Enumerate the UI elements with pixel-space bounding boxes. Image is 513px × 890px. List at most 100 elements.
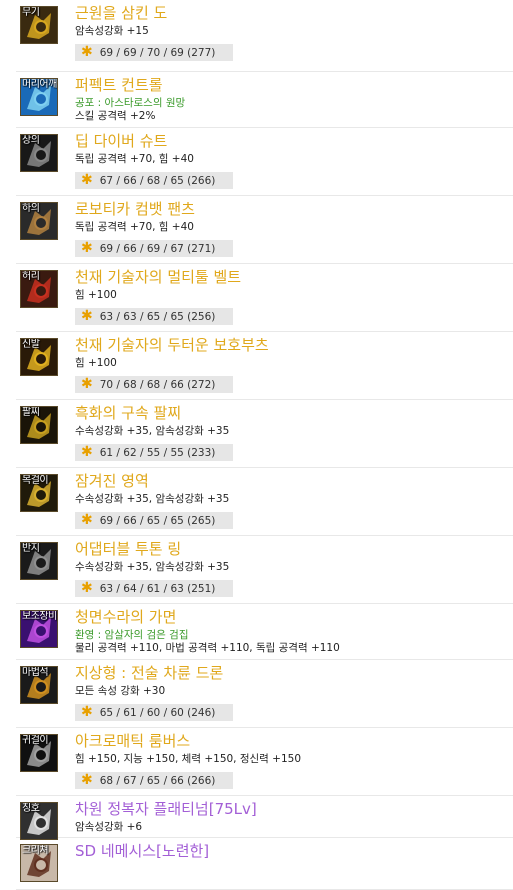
equipment-row[interactable]: 상의 딥 다이버 슈트독립 공격력 +70, 힘 +40 ✱ 67 / 66 / 68… (16, 128, 513, 196)
item-name-link[interactable]: 청면수라의 가면 (75, 607, 176, 627)
equipment-icon[interactable]: 신발 (20, 338, 58, 376)
star-icon: ✱ (81, 772, 93, 788)
item-name-link[interactable]: SD 네메시스[노련한] (75, 841, 209, 861)
slot-label: 목걸이 (22, 475, 49, 486)
growth-stat-value: 70 / 68 / 68 / 66 (272) (99, 379, 216, 391)
star-icon: ✱ (81, 444, 93, 460)
equipment-icon[interactable]: 마법석 (20, 666, 58, 704)
item-name-link[interactable]: 천재 기술자의 멀티툴 벨트 (75, 267, 241, 287)
equipment-row[interactable]: 하의 로보티카 컴뱃 팬츠독립 공격력 +70, 힘 +40 ✱ 69 / 66 / … (16, 196, 513, 264)
equipment-icon[interactable]: 허리 (20, 270, 58, 308)
equipment-row[interactable]: 신발 천재 기술자의 두터운 보호부츠힘 +100 ✱ 70 / 68 / 68 / … (16, 332, 513, 400)
item-name-link[interactable]: 천재 기술자의 두터운 보호부츠 (75, 335, 269, 355)
equipment-row[interactable]: 칭호 차원 정복자 플래티넘[75Lv] 암속성강화 +6 (16, 796, 513, 840)
set-name: 공포 : 아스타로스의 원망 (75, 97, 186, 109)
equipment-row[interactable]: 반지 어댑터블 투톤 링수속성강화 +35, 암속성강화 +35 ✱ 63 / 64 … (16, 536, 513, 604)
slot-label: 팔찌 (22, 407, 40, 418)
item-name-link[interactable]: 퍼펙트 컨트롤 (75, 75, 163, 95)
growth-stat-value: 69 / 69 / 70 / 69 (277) (99, 47, 216, 59)
equipment-row[interactable]: 팔찌 흑화의 구속 팔찌수속성강화 +35, 암속성강화 +35 ✱ 61 / 62 … (16, 400, 513, 468)
slot-label: 상의 (22, 135, 40, 146)
slot-label: 머리어깨 (22, 79, 57, 90)
equipment-icon[interactable]: 칭호 (20, 802, 58, 840)
growth-stat-badge: ✱ 69 / 66 / 65 / 65 (265) (75, 512, 233, 529)
growth-stat-badge: ✱ 70 / 68 / 68 / 66 (272) (75, 376, 233, 393)
option-line: 암속성강화 +15 (75, 25, 149, 37)
slot-label: 크리쳐 (22, 845, 49, 856)
option-line: 모든 속성 강화 +30 (75, 685, 166, 697)
slot-label: 칭호 (22, 803, 40, 814)
growth-stat-value: 69 / 66 / 65 / 65 (265) (99, 515, 216, 527)
option-line: 물리 공격력 +110, 마법 공격력 +110, 독립 공격력 +110 (75, 642, 340, 654)
star-icon: ✱ (81, 44, 93, 60)
growth-stat-value: 63 / 64 / 61 / 63 (251) (99, 583, 216, 595)
option-line: 독립 공격력 +70, 힘 +40 (75, 221, 194, 233)
equipment-icon[interactable]: 반지 (20, 542, 58, 580)
option-line: 수속성강화 +35, 암속성강화 +35 (75, 561, 230, 573)
equipment-icon[interactable]: 보조장비 (20, 610, 58, 648)
item-name-link[interactable]: 근원을 삼킨 도 (75, 3, 167, 23)
equipment-row[interactable]: 귀걸이 아크로매틱 룸버스힘 +150, 지능 +150, 체력 +150, 정신… (16, 728, 513, 796)
equipment-row[interactable]: 허리 천재 기술자의 멀티툴 벨트힘 +100 ✱ 63 / 63 / 65 / 65… (16, 264, 513, 332)
star-icon: ✱ (81, 512, 93, 528)
slot-label: 하의 (22, 203, 40, 214)
equipment-icon[interactable]: 무기 (20, 6, 58, 44)
slot-label: 반지 (22, 543, 40, 554)
slot-label: 귀걸이 (22, 735, 49, 746)
item-name-link[interactable]: 차원 정복자 플래티넘[75Lv] (75, 799, 257, 819)
item-name-link[interactable]: 딥 다이버 슈트 (75, 131, 167, 151)
growth-stat-value: 65 / 61 / 60 / 60 (246) (99, 707, 216, 719)
growth-stat-badge: ✱ 63 / 64 / 61 / 63 (251) (75, 580, 233, 597)
equipment-row[interactable]: 무기 근원을 삼킨 도암속성강화 +15 ✱ 69 / 69 / 70 / 69 (2… (16, 0, 513, 72)
item-name-link[interactable]: 아크로매틱 룸버스 (75, 731, 190, 751)
equipment-row[interactable]: 보조장비 청면수라의 가면환영 : 암살자의 검은 검집 물리 공격력 +110, … (16, 604, 513, 660)
growth-stat-badge: ✱ 68 / 67 / 65 / 66 (266) (75, 772, 233, 789)
option-line: 수속성강화 +35, 암속성강화 +35 (75, 493, 230, 505)
star-icon: ✱ (81, 376, 93, 392)
equipment-row[interactable]: 머리어깨 퍼펙트 컨트롤공포 : 아스타로스의 원망 스킬 공격력 +2% (16, 72, 513, 128)
star-icon: ✱ (81, 172, 93, 188)
item-name-link[interactable]: 잠겨진 영역 (75, 471, 149, 491)
set-name: 환영 : 암살자의 검은 검집 (75, 629, 189, 641)
growth-stat-badge: ✱ 69 / 69 / 70 / 69 (277) (75, 44, 233, 61)
growth-stat-badge: ✱ 65 / 61 / 60 / 60 (246) (75, 704, 233, 721)
star-icon: ✱ (81, 240, 93, 256)
option-line: 힘 +150, 지능 +150, 체력 +150, 정신력 +150 (75, 753, 302, 765)
option-line: 스킬 공격력 +2% (75, 110, 156, 122)
item-name-link[interactable]: 지상형 : 전술 차륜 드론 (75, 663, 223, 683)
option-line: 암속성강화 +6 (75, 821, 143, 833)
growth-stat-value: 67 / 66 / 68 / 65 (266) (99, 175, 216, 187)
item-name-link[interactable]: 어댑터블 투톤 링 (75, 539, 181, 559)
slot-label: 허리 (22, 271, 40, 282)
equipment-icon[interactable]: 하의 (20, 202, 58, 240)
growth-stat-badge: ✱ 67 / 66 / 68 / 65 (266) (75, 172, 233, 189)
slot-label: 보조장비 (22, 611, 57, 622)
option-line: 독립 공격력 +70, 힘 +40 (75, 153, 194, 165)
equipment-icon[interactable]: 목걸이 (20, 474, 58, 512)
item-name-link[interactable]: 로보티카 컴뱃 팬츠 (75, 199, 195, 219)
star-icon: ✱ (81, 704, 93, 720)
equipment-row[interactable]: 마법석 지상형 : 전술 차륜 드론모든 속성 강화 +30 ✱ 65 / 61 / … (16, 660, 513, 728)
equipment-icon[interactable]: 크리쳐 (20, 844, 58, 882)
equipment-row[interactable]: 목걸이 잠겨진 영역수속성강화 +35, 암속성강화 +35 ✱ 69 / 66 / … (16, 468, 513, 536)
growth-stat-value: 61 / 62 / 55 / 55 (233) (99, 447, 216, 459)
option-line: 힘 +100 (75, 357, 117, 369)
growth-stat-badge: ✱ 61 / 62 / 55 / 55 (233) (75, 444, 233, 461)
growth-stat-badge: ✱ 63 / 63 / 65 / 65 (256) (75, 308, 233, 325)
equipment-icon[interactable]: 팔찌 (20, 406, 58, 444)
growth-stat-value: 63 / 63 / 65 / 65 (256) (99, 311, 216, 323)
growth-stat-badge: ✱ 69 / 66 / 69 / 67 (271) (75, 240, 233, 257)
item-name-link[interactable]: 흑화의 구속 팔찌 (75, 403, 181, 423)
option-line: 수속성강화 +35, 암속성강화 +35 (75, 425, 230, 437)
star-icon: ✱ (81, 580, 93, 596)
growth-stat-value: 69 / 66 / 69 / 67 (271) (99, 243, 216, 255)
option-line: 힘 +100 (75, 289, 117, 301)
star-icon: ✱ (81, 308, 93, 324)
slot-label: 무기 (22, 7, 40, 18)
slot-label: 신발 (22, 339, 40, 350)
equipment-row[interactable]: 크리쳐 SD 네메시스[노련한] (16, 838, 513, 890)
equipment-icon[interactable]: 상의 (20, 134, 58, 172)
growth-stat-value: 68 / 67 / 65 / 66 (266) (99, 775, 216, 787)
equipment-icon[interactable]: 귀걸이 (20, 734, 58, 772)
equipment-icon[interactable]: 머리어깨 (20, 78, 58, 116)
